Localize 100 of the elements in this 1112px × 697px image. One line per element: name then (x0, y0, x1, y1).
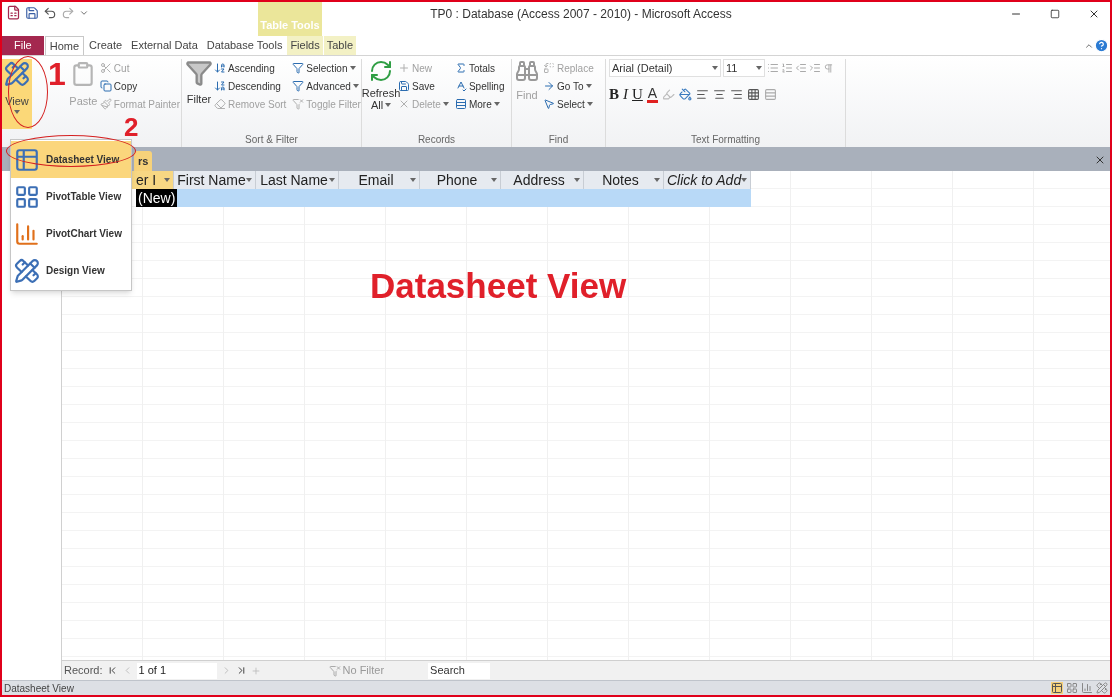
format-painter-icon (99, 98, 112, 110)
ribbon-tab[interactable]: Database Tools (202, 36, 287, 55)
select-button[interactable]: Select (542, 95, 595, 113)
save-icon[interactable] (25, 5, 39, 20)
ribbon-tab[interactable]: File (2, 36, 44, 55)
filter-off-icon (328, 664, 341, 677)
ribbon-tab[interactable]: Table (323, 36, 357, 55)
caret-icon (756, 66, 762, 70)
new-record-cell: (New) (136, 189, 178, 207)
view-menu-item[interactable]: Datasheet View (11, 141, 131, 178)
caret-icon (349, 66, 356, 70)
column-header[interactable]: Notes (584, 171, 664, 189)
column-header[interactable]: Email (339, 171, 420, 189)
caret-icon (352, 84, 359, 88)
binoculars-icon (515, 59, 539, 83)
decrease-indent-icon[interactable] (795, 62, 807, 74)
group-label: Records (416, 133, 457, 147)
bar-chart-icon (14, 220, 40, 247)
numbered-list-icon[interactable] (781, 62, 793, 74)
ribbon-tab[interactable]: Home (44, 36, 85, 55)
design-view-icon[interactable] (1096, 682, 1108, 694)
refresh-icon (369, 59, 393, 83)
record-label: Record: (64, 663, 103, 679)
datasheet-view-icon[interactable] (1051, 682, 1063, 694)
gridlines-icon[interactable] (747, 87, 761, 101)
highlighter-icon[interactable] (662, 87, 676, 101)
funnel-icon (185, 59, 213, 87)
pivot-chart-view-icon[interactable] (1081, 682, 1093, 694)
caret-icon (442, 102, 449, 106)
new-record-icon (398, 62, 410, 74)
copy-button[interactable]: Copy (98, 77, 181, 95)
caret-icon (246, 178, 252, 182)
text-style-button[interactable]: U (632, 82, 643, 106)
pivot-table-icon (14, 183, 40, 210)
selection-button[interactable]: Selection (291, 59, 362, 77)
filter-button[interactable]: Filter (185, 59, 213, 125)
sort-descending-icon (214, 80, 226, 92)
column-header[interactable]: First Name (174, 171, 256, 189)
collapse-ribbon-icon[interactable] (1084, 41, 1094, 51)
go-to-icon (543, 80, 555, 92)
text-style-button[interactable]: I (623, 82, 628, 106)
font-size-dropdown[interactable]: 11 (723, 59, 765, 77)
caret-icon (14, 109, 20, 114)
align-right-icon[interactable] (730, 87, 744, 101)
sort-ascending-icon (214, 62, 226, 74)
caret-icon (493, 102, 500, 106)
text-style-button[interactable]: B (609, 82, 619, 106)
window-title: TP0 : Database (Access 2007 - 2010) - Microsoft Access (429, 6, 733, 23)
font-dropdown[interactable]: Arial (Detail) (609, 59, 721, 77)
pencil-ruler-icon (4, 61, 30, 87)
app-logo-icon (6, 5, 21, 20)
copy-icon (99, 80, 112, 92)
close-tab-icon[interactable] (1094, 154, 1106, 166)
advanced-button[interactable]: Advanced (291, 77, 362, 95)
more-button[interactable]: More (453, 95, 506, 113)
annotation-caption: Datasheet View (370, 268, 627, 303)
status-text: Datasheet View (4, 681, 74, 695)
increase-indent-icon[interactable] (809, 62, 821, 74)
view-menu-item[interactable]: Design View (11, 252, 131, 289)
cut-icon (99, 62, 112, 74)
align-left-icon[interactable] (696, 87, 710, 101)
caret-icon (574, 178, 580, 182)
new-record-row[interactable]: (New) (136, 189, 751, 207)
ribbon-tab[interactable]: Fields (287, 36, 323, 55)
ribbon-tab[interactable]: External Data (127, 36, 202, 55)
group-label: Sort & Filter (244, 133, 299, 147)
column-header[interactable]: Address (501, 171, 584, 189)
view-menu-item[interactable]: PivotTable View (11, 178, 131, 215)
sort-descending-button[interactable]: Descending (213, 77, 288, 95)
record-position-field[interactable]: 1 of 1 (136, 662, 217, 679)
pivot-table-view-icon[interactable] (1066, 682, 1078, 694)
search-field[interactable]: Search (428, 662, 491, 679)
totals-icon (454, 62, 467, 74)
paragraph-icon[interactable] (823, 62, 834, 74)
help-icon[interactable] (1094, 38, 1109, 53)
view-menu-item[interactable]: PivotChart View (11, 215, 131, 252)
go-to-button[interactable]: Go To (542, 77, 595, 95)
restore-icon[interactable] (1050, 9, 1060, 19)
font-color-button[interactable]: A (646, 85, 659, 103)
ribbon-tab[interactable]: Create (85, 36, 127, 55)
object-tab[interactable]: rs (134, 151, 153, 171)
column-header[interactable]: Last Name (256, 171, 339, 189)
undo-icon[interactable] (43, 5, 57, 20)
caret-icon (410, 178, 416, 182)
paint-bucket-icon[interactable] (679, 87, 693, 101)
close-icon[interactable] (1088, 8, 1100, 20)
caret-icon (586, 102, 593, 106)
totals-button[interactable]: Totals (453, 59, 506, 77)
column-header[interactable]: Click to Add (664, 171, 751, 189)
column-header[interactable]: Phone (420, 171, 501, 189)
caret-icon (654, 178, 660, 182)
align-center-icon[interactable] (713, 87, 727, 101)
contextual-header: Table Tools (258, 2, 322, 36)
caret-icon (164, 178, 170, 182)
caret-icon (585, 84, 592, 88)
sort-ascending-button[interactable]: Ascending (213, 59, 288, 77)
spelling-button[interactable]: Spelling (453, 77, 506, 95)
bullet-list-icon[interactable] (767, 62, 779, 74)
view-button[interactable]: View (2, 59, 32, 129)
group-label: Find (547, 133, 570, 147)
